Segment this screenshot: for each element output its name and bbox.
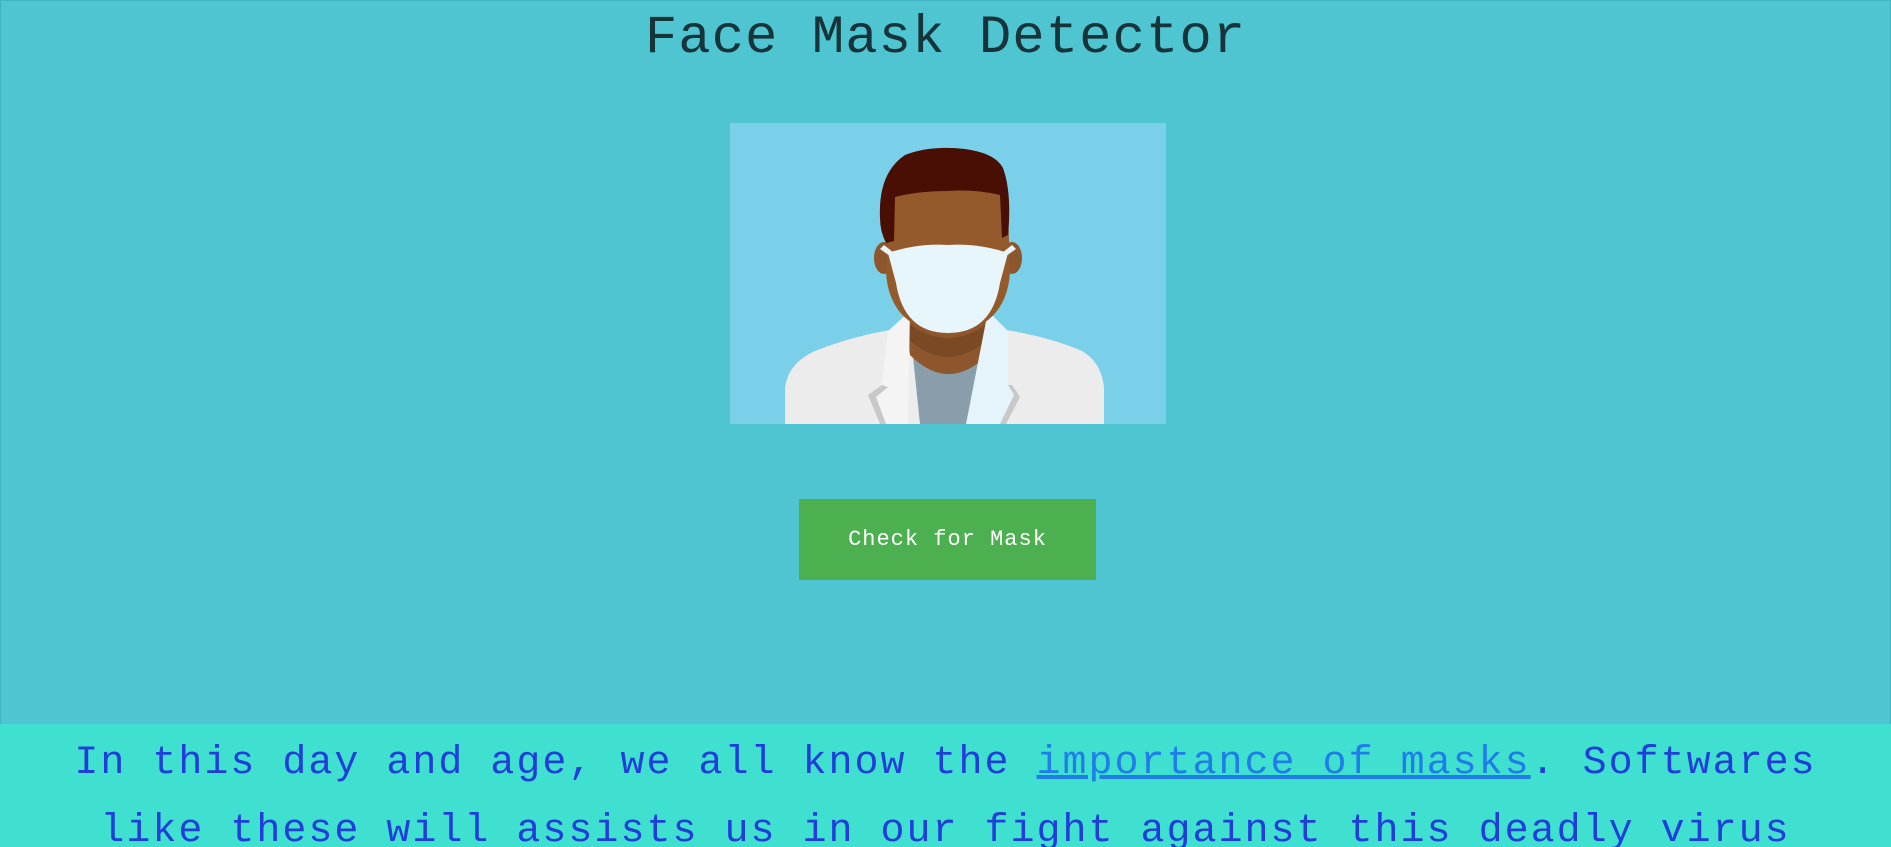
- doctor-mask-illustration: [730, 123, 1166, 424]
- info-banner: In this day and age, we all know the imp…: [0, 724, 1891, 847]
- importance-of-masks-link[interactable]: importance of masks: [1037, 741, 1531, 786]
- info-text-start: In this day and age, we all know the: [74, 741, 1037, 786]
- page-title: Face Mask Detector: [644, 8, 1247, 69]
- check-for-mask-button[interactable]: Check for Mask: [799, 499, 1096, 580]
- info-paragraph: In this day and age, we all know the imp…: [0, 724, 1891, 847]
- doctor-with-face-mask-icon: [785, 147, 1104, 424]
